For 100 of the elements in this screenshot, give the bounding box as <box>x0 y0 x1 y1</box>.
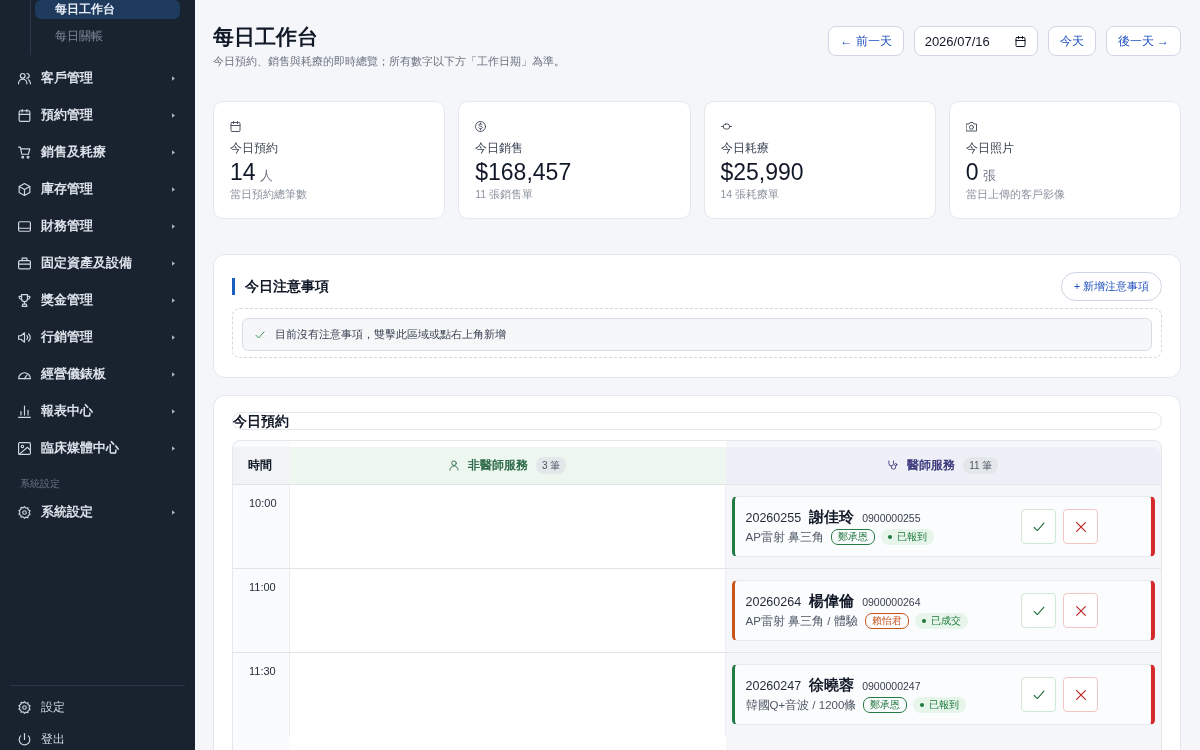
appointment-number: 20260264 <box>745 594 802 609</box>
capsule-icon <box>720 121 732 132</box>
cancel-button[interactable] <box>1063 593 1098 628</box>
bar-chart-icon <box>18 405 31 418</box>
sidebar-section-label: 系統設定 <box>19 477 61 491</box>
cart-icon <box>18 146 31 159</box>
calendar-icon <box>230 121 241 132</box>
sidebar-item[interactable]: 預約管理 <box>0 97 195 134</box>
stat-label: 今日預約 <box>230 141 279 156</box>
status-label: 已報到 <box>897 530 928 544</box>
sidebar-item[interactable]: 財務管理 <box>0 208 195 245</box>
sidebar-subitem[interactable]: 每日工作台 <box>35 0 180 19</box>
sidebar-footer-item[interactable]: 設定 <box>18 697 65 718</box>
appointment-number: 20260255 <box>745 510 802 525</box>
status-label: 已成交 <box>930 614 961 628</box>
count-badge: 11 筆 <box>963 457 999 474</box>
confirm-button[interactable] <box>1021 509 1056 544</box>
date-field[interactable]: 2026/07/16 <box>913 26 1038 56</box>
status-dot-icon <box>920 703 925 707</box>
sidebar-item[interactable]: 行銷管理 <box>0 319 195 356</box>
appointment-card[interactable]: 20260247 徐曉蓉 0900000247 韓國Q+音波 / 1200條 鄭承恩 已報到 <box>731 664 1155 725</box>
stat-note: 當日預約總筆數 <box>230 187 308 202</box>
phone-number: 0900000264 <box>862 595 921 608</box>
cancel-button[interactable] <box>1063 677 1098 712</box>
staff-tag: 賴怡君 <box>864 613 909 629</box>
appointment-card[interactable]: 20260264 楊偉倫 0900000264 AP雷射 鼻三角 / 體驗 賴怡君 已成交 <box>731 580 1155 641</box>
section-title: 今日注意事項 <box>232 278 329 295</box>
confirm-button[interactable] <box>1021 677 1056 712</box>
stat-unit: 人 <box>259 167 273 185</box>
sidebar-item[interactable]: 臨床媒體中心 <box>0 430 195 467</box>
settings-icon <box>18 506 31 519</box>
column-title: 非醫師服務 <box>468 457 529 474</box>
staff-tag: 鄭承恩 <box>863 697 908 713</box>
cube-icon <box>18 183 31 196</box>
stat-label: 今日照片 <box>965 141 1015 156</box>
add-note-button[interactable]: + 新增注意事項 <box>1060 272 1162 301</box>
check-icon <box>1032 520 1045 533</box>
sidebar-item[interactable]: 庫存管理 <box>0 171 195 208</box>
column-title: 醫師服務 <box>907 457 956 474</box>
settings-icon <box>18 701 31 714</box>
page-title: 每日工作台 <box>213 24 319 50</box>
cancel-button[interactable] <box>1063 509 1098 544</box>
empty-message: 目前沒有注意事項，雙擊此區域或點右上角新增 <box>275 327 506 342</box>
next-day-button[interactable]: 後一天 → <box>1105 26 1181 56</box>
sidebar-item[interactable]: 報表中心 <box>0 393 195 430</box>
time-label: 11:30 <box>249 664 276 678</box>
image-icon <box>18 442 31 455</box>
confirm-button[interactable] <box>1021 593 1056 628</box>
sidebar-subitem[interactable]: 每日關帳 <box>35 22 180 50</box>
sidebar-item[interactable]: 經營儀錶板 <box>0 356 195 393</box>
sidebar-item[interactable]: 客戶管理 <box>0 60 195 97</box>
stat-value: 0 <box>965 158 979 186</box>
stat-label: 今日銷售 <box>475 141 525 156</box>
sidebar-item[interactable]: 獎金管理 <box>0 282 195 319</box>
stat-note: 11 張銷售單 <box>475 187 535 202</box>
person-icon <box>449 460 460 471</box>
stat-unit: 張 <box>982 167 996 185</box>
service-name: 韓國Q+音波 / 1200條 <box>745 697 857 713</box>
sidebar-item[interactable]: 系統設定 <box>0 494 195 531</box>
briefcase-icon <box>18 257 31 270</box>
stat-note: 當日上傳的客戶影像 <box>965 187 1066 202</box>
calendar-icon <box>18 109 31 122</box>
appointment-card[interactable]: 20260255 謝佳玲 0900000255 AP雷射 鼻三角 鄭承恩 已報到 <box>731 496 1155 557</box>
x-icon <box>1074 604 1087 617</box>
calendar-icon <box>1014 35 1026 47</box>
wallet-icon <box>18 220 31 233</box>
stat-label: 今日耗療 <box>720 141 770 156</box>
staff-tag: 鄭承恩 <box>831 529 876 545</box>
previous-day-button[interactable]: ← 前一天 <box>828 26 904 56</box>
phone-number: 0900000255 <box>862 511 921 524</box>
service-name: AP雷射 鼻三角 <box>745 529 825 545</box>
sidebar-item[interactable]: 銷售及耗療 <box>0 134 195 171</box>
x-icon <box>1074 688 1087 701</box>
sidebar-footer-item[interactable]: 登出 <box>18 729 65 750</box>
power-icon <box>18 733 31 746</box>
service-name: AP雷射 鼻三角 / 體驗 <box>745 613 858 629</box>
status-dot-icon <box>888 535 893 539</box>
check-icon <box>1032 604 1045 617</box>
column-header: 時間 <box>233 447 290 484</box>
trophy-icon <box>18 294 31 307</box>
time-label: 10:00 <box>249 496 277 510</box>
dollar-icon <box>475 121 487 132</box>
appointment-number: 20260247 <box>745 678 802 693</box>
customer-name: 楊偉倫 <box>809 591 855 611</box>
check-icon <box>255 329 265 340</box>
x-icon <box>1074 520 1087 533</box>
camera-icon <box>965 121 977 132</box>
today-button[interactable]: 今天 <box>1047 26 1096 56</box>
stat-value: 14 <box>230 158 256 186</box>
phone-number: 0900000247 <box>862 679 921 692</box>
sidebar-item[interactable]: 固定資產及設備 <box>0 245 195 282</box>
check-icon <box>1032 688 1045 701</box>
customer-name: 徐曉蓉 <box>809 675 855 695</box>
status-label: 已報到 <box>929 698 960 712</box>
page-subtitle: 今日預約、銷售與耗療的即時總覽；所有數字以下方「工作日期」為準。 <box>213 54 565 69</box>
notes-drop-area[interactable]: 目前沒有注意事項，雙擊此區域或點右上角新增 <box>232 308 1162 358</box>
status-dot-icon <box>921 619 926 623</box>
speaker-icon <box>18 331 31 344</box>
count-badge: 3 筆 <box>536 457 567 474</box>
time-label: 11:00 <box>249 580 276 594</box>
